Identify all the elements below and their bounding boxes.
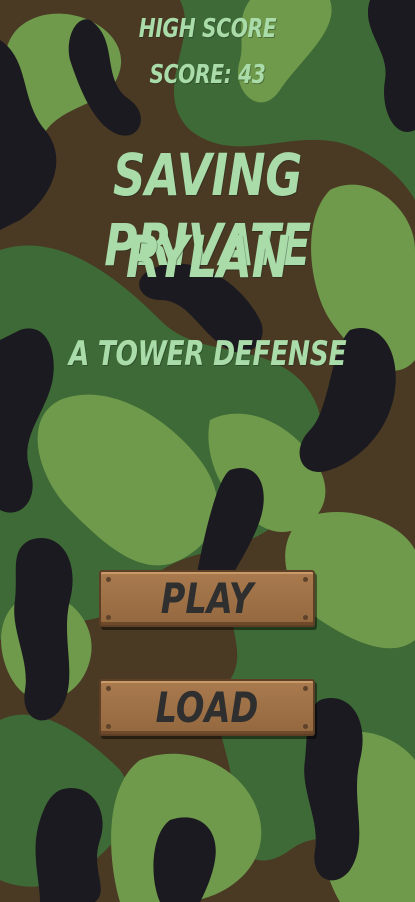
- nail-icon: [106, 686, 111, 691]
- play-button[interactable]: PLAY: [99, 570, 315, 627]
- load-button[interactable]: LOAD: [99, 679, 315, 736]
- nail-icon: [303, 615, 308, 620]
- nail-icon: [303, 724, 308, 729]
- main-menu-screen: HIGH SCORE SCORE: 43 SAVING PRIVATE RYLA…: [0, 0, 415, 902]
- nail-icon: [303, 577, 308, 582]
- play-button-label: PLAY: [160, 574, 254, 623]
- game-title-line-2: RYLAN: [125, 223, 290, 291]
- game-subtitle: A TOWER DEFENSE: [68, 334, 347, 374]
- high-score-label: HIGH SCORE: [138, 14, 277, 44]
- nail-icon: [303, 686, 308, 691]
- nail-icon: [106, 615, 111, 620]
- camouflage-background: [0, 0, 415, 902]
- high-score-value: SCORE: 43: [149, 60, 266, 90]
- nail-icon: [106, 724, 111, 729]
- nail-icon: [106, 577, 111, 582]
- load-button-label: LOAD: [155, 683, 259, 732]
